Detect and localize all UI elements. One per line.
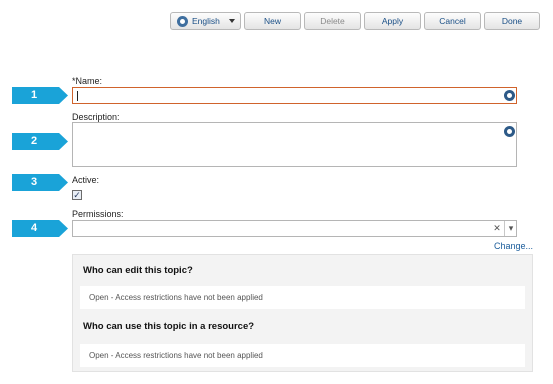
new-button[interactable]: New — [244, 12, 301, 30]
step-marker-3: 3 — [12, 174, 68, 191]
delete-button[interactable]: Delete — [304, 12, 361, 30]
language-label: English — [192, 16, 220, 26]
step-marker-1: 1 — [12, 87, 68, 104]
step-marker-2: 2 — [12, 133, 68, 150]
apply-button[interactable]: Apply — [364, 12, 421, 30]
clear-icon[interactable]: ✕ — [491, 221, 503, 236]
globe-icon — [177, 15, 188, 27]
permissions-panel: Who can edit this topic? Open - Access r… — [72, 254, 533, 372]
edit-permissions-heading: Who can edit this topic? — [83, 265, 193, 276]
permissions-select[interactable]: ✕ ▾ — [72, 220, 517, 237]
chevron-down-icon[interactable]: ▾ — [504, 221, 517, 236]
use-permissions-box: Open - Access restrictions have not been… — [80, 344, 525, 367]
name-field[interactable] — [72, 87, 517, 104]
chevron-down-icon — [229, 19, 235, 23]
cancel-button[interactable]: Cancel — [424, 12, 481, 30]
step-marker-4: 4 — [12, 220, 68, 237]
description-field[interactable] — [72, 122, 517, 167]
name-label: *Name: — [72, 76, 103, 86]
language-selector[interactable]: English — [170, 12, 241, 30]
use-permissions-status: Open - Access restrictions have not been… — [89, 351, 263, 360]
change-permissions-link[interactable]: Change... — [494, 241, 533, 251]
use-permissions-heading: Who can use this topic in a resource? — [83, 321, 255, 332]
description-label: Description: — [72, 112, 120, 122]
text-cursor — [77, 91, 78, 101]
edit-permissions-status: Open - Access restrictions have not been… — [89, 293, 263, 302]
translate-icon[interactable] — [504, 126, 515, 137]
active-checkbox[interactable]: ✓ — [72, 190, 82, 200]
translate-icon[interactable] — [504, 90, 515, 101]
edit-permissions-box: Open - Access restrictions have not been… — [80, 286, 525, 309]
permissions-label: Permissions: — [72, 209, 124, 219]
active-label: Active: — [72, 175, 100, 185]
done-button[interactable]: Done — [484, 12, 540, 30]
